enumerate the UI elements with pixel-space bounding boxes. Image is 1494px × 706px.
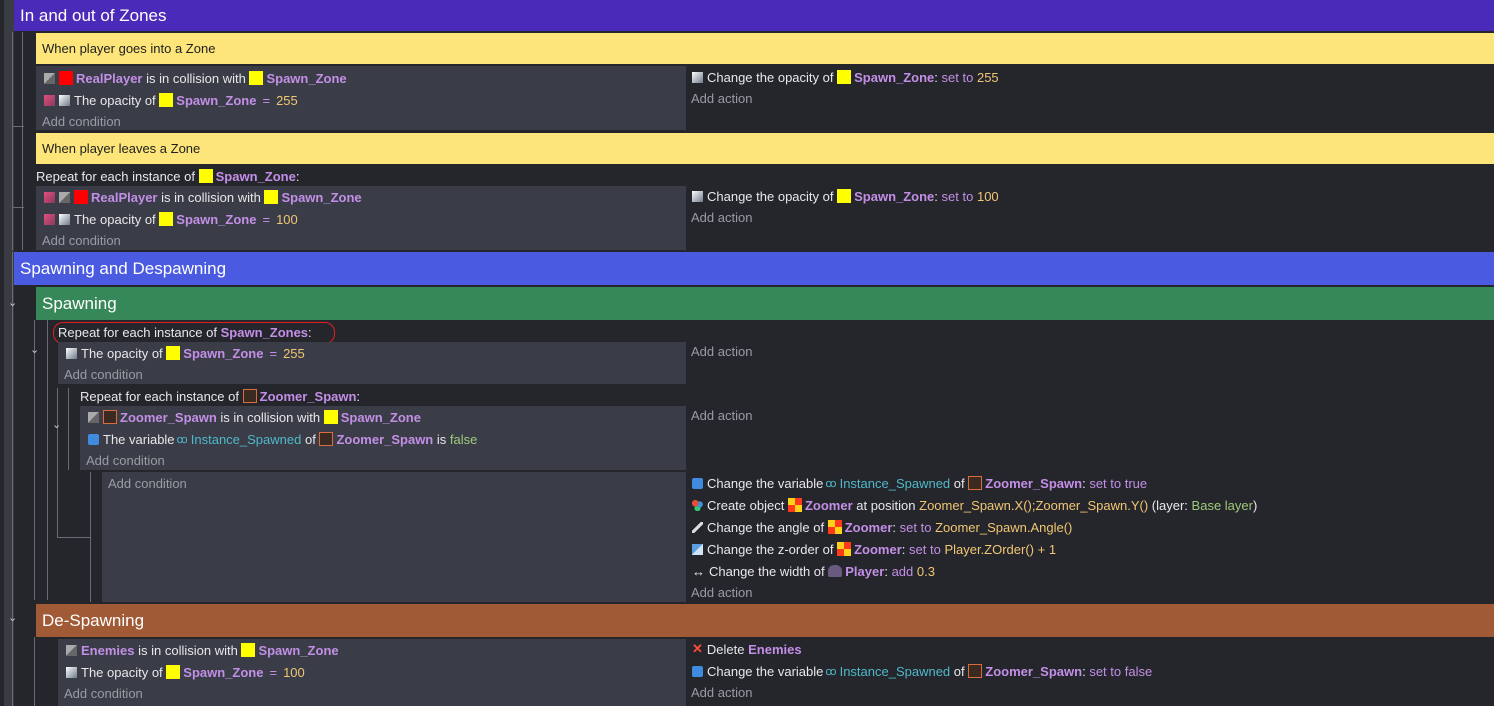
opacity-icon	[692, 190, 703, 202]
condition-collision[interactable]: RealPlayer is in collision with Spawn_Zo…	[44, 186, 362, 208]
repeat-header[interactable]: Repeat for each instance of Spawn_Zones …	[58, 321, 312, 343]
comment-text: When player goes into a Zone	[42, 41, 216, 56]
group-spawning[interactable]: Spawning	[36, 287, 1494, 320]
add-action-link[interactable]: Add action	[691, 206, 752, 228]
spawn-zone-sprite-icon	[264, 190, 279, 204]
spawn-zone-sprite-icon	[241, 643, 256, 657]
condition-collision[interactable]: Zoomer_Spawn is in collision with Spawn_…	[88, 406, 421, 428]
zoomer-spawn-sprite-icon	[242, 389, 257, 403]
repeat-header[interactable]: Repeat for each instance of Zoomer_Spawn…	[80, 385, 360, 407]
comment-text: When player leaves a Zone	[42, 141, 201, 156]
opacity-icon	[66, 347, 77, 359]
zoomer-spawn-sprite-icon	[103, 410, 117, 424]
repeat-header[interactable]: Repeat for each instance of Spawn_Zone :	[36, 165, 299, 187]
zoomer-spawn-sprite-icon	[968, 664, 983, 678]
opacity-icon	[66, 666, 77, 678]
action-change-variable[interactable]: Change the variable ꝏ Instance_Spawned o…	[692, 472, 1147, 494]
spawn-zone-sprite-icon	[837, 189, 852, 203]
create-object-icon	[692, 499, 703, 511]
action-change-opacity[interactable]: Change the opacity of Spawn_Zone: set to…	[692, 185, 999, 207]
chevron-down-icon[interactable]: ⌄	[30, 343, 39, 356]
group-title: Spawning and Despawning	[20, 258, 227, 278]
action-change-variable[interactable]: Change the variable ꝏ Instance_Spawned o…	[692, 660, 1152, 682]
collision-icon	[88, 411, 99, 423]
chevron-down-icon[interactable]: ⌄	[8, 296, 17, 309]
group-title: Spawning	[42, 293, 117, 313]
action-create-object[interactable]: Create object Zoomer at position Zoomer_…	[692, 494, 1257, 516]
spawn-zone-sprite-icon	[159, 212, 174, 226]
variable-icon	[692, 477, 703, 489]
realplayer-sprite-icon	[59, 71, 73, 85]
add-action-link[interactable]: Add action	[691, 87, 752, 109]
variable-icon	[88, 433, 99, 445]
zoomer-spawn-sprite-icon	[319, 432, 334, 446]
zoomer-spawn-sprite-icon	[968, 476, 983, 490]
add-action-link[interactable]: Add action	[691, 581, 752, 603]
group-despawning[interactable]: De-Spawning	[36, 604, 1494, 637]
condition-variable[interactable]: The variable ꝏ Instance_Spawned of Zoome…	[88, 428, 477, 450]
add-condition-link[interactable]: Add condition	[64, 363, 143, 385]
player-sprite-icon	[828, 565, 843, 577]
add-action-link[interactable]: Add action	[691, 681, 752, 703]
realplayer-sprite-icon	[74, 190, 88, 204]
zoomer-sprite-icon	[787, 498, 802, 512]
comment-enter-zone[interactable]: When player goes into a Zone	[36, 33, 1494, 64]
group-title: In and out of Zones	[20, 5, 167, 25]
spawn-zone-sprite-icon	[323, 410, 338, 424]
condition-collision[interactable]: RealPlayer is in collision with Spawn_Zo…	[44, 67, 347, 89]
spawn-zone-sprite-icon	[159, 93, 174, 107]
inverted-icon	[44, 94, 55, 106]
group-title: De-Spawning	[42, 610, 145, 630]
spawn-zone-sprite-icon	[166, 346, 181, 360]
width-icon: ↔	[692, 563, 705, 579]
zoomer-sprite-icon	[837, 542, 852, 556]
condition-opacity[interactable]: The opacity of Spawn_Zone = 100	[44, 208, 298, 230]
variable-glyph-icon: ꝏ	[825, 665, 837, 678]
add-condition-link[interactable]: Add condition	[64, 682, 143, 704]
spawn-zone-sprite-icon	[249, 71, 264, 85]
action-change-width[interactable]: ↔ Change the width of Player: add 0.3	[692, 560, 935, 582]
add-condition-link[interactable]: Add condition	[42, 110, 121, 132]
opacity-icon	[692, 71, 703, 83]
condition-opacity[interactable]: The opacity of Spawn_Zone = 255	[66, 342, 305, 364]
opacity-icon	[59, 213, 70, 225]
collision-icon	[59, 191, 70, 203]
variable-glyph-icon: ꝏ	[825, 477, 837, 490]
delete-icon: ✕	[692, 641, 703, 656]
spawn-zone-sprite-icon	[198, 169, 213, 183]
add-action-link[interactable]: Add action	[691, 404, 752, 426]
group-spawning-and-despawning[interactable]: Spawning and Despawning	[14, 252, 1494, 285]
inverted-icon	[44, 213, 55, 225]
inverted-icon	[44, 191, 55, 203]
condition-collision[interactable]: Enemies is in collision with Spawn_Zone	[66, 639, 339, 661]
conditions-panel[interactable]	[102, 472, 686, 602]
opacity-icon	[59, 94, 70, 106]
angle-icon	[692, 521, 703, 533]
add-action-link[interactable]: Add action	[691, 340, 752, 362]
comment-leave-zone[interactable]: When player leaves a Zone	[36, 133, 1494, 164]
add-condition-link[interactable]: Add condition	[108, 472, 187, 494]
variable-icon	[692, 665, 703, 677]
variable-glyph-icon: ꝏ	[176, 433, 188, 446]
condition-opacity[interactable]: The opacity of Spawn_Zone = 100	[66, 661, 305, 683]
zoomer-sprite-icon	[827, 520, 842, 534]
z-order-icon	[692, 543, 703, 555]
add-condition-link[interactable]: Add condition	[86, 449, 165, 471]
group-in-and-out-of-zones[interactable]: In and out of Zones	[14, 0, 1494, 31]
add-condition-link[interactable]: Add condition	[42, 229, 121, 251]
condition-opacity[interactable]: The opacity of Spawn_Zone = 255	[44, 89, 298, 111]
chevron-down-icon[interactable]: ⌄	[8, 611, 17, 624]
spawn-zone-sprite-icon	[837, 70, 852, 84]
action-change-angle[interactable]: Change the angle of Zoomer: set to Zoome…	[692, 516, 1072, 538]
action-change-opacity[interactable]: Change the opacity of Spawn_Zone: set to…	[692, 66, 999, 88]
collision-icon	[44, 72, 55, 84]
spawn-zone-sprite-icon	[166, 665, 181, 679]
action-change-zorder[interactable]: Change the z-order of Zoomer: set to Pla…	[692, 538, 1056, 560]
collision-icon	[66, 644, 77, 656]
chevron-down-icon[interactable]: ⌄	[52, 418, 61, 431]
action-delete[interactable]: ✕ Delete Enemies	[692, 638, 802, 660]
